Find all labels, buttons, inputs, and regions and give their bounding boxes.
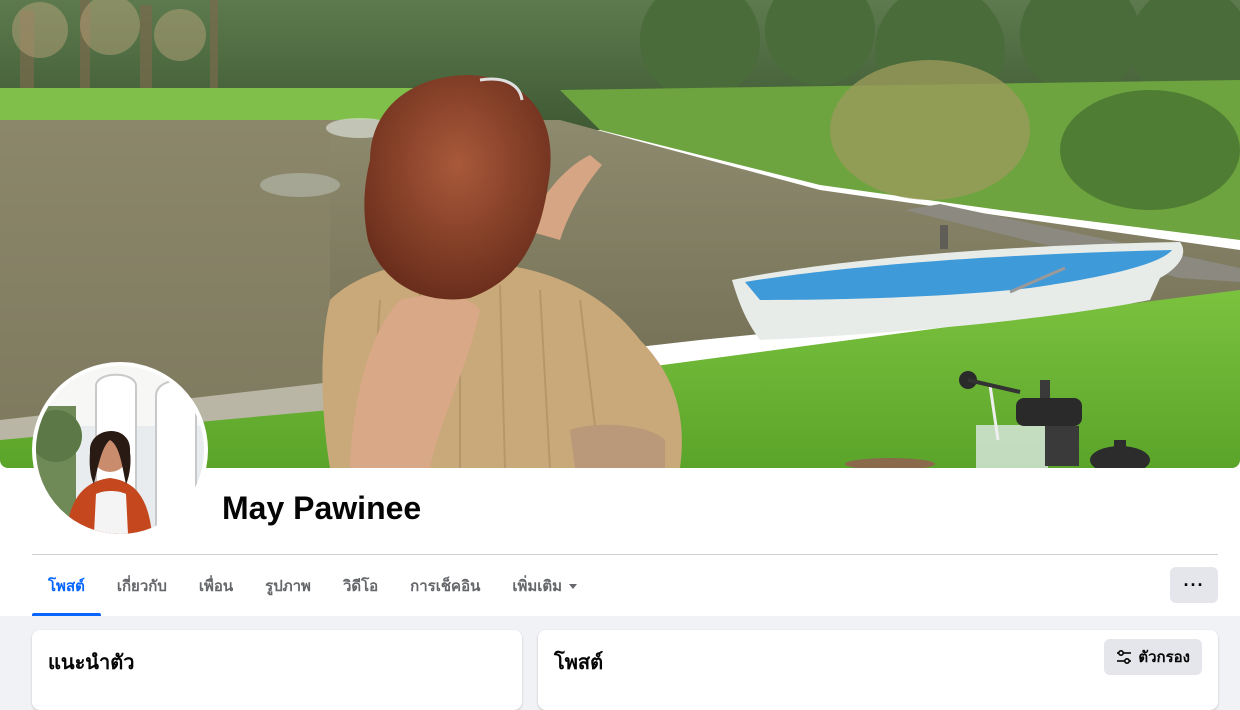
tab-videos[interactable]: วิดีโอ <box>327 556 394 616</box>
profile-name: May Pawinee <box>222 490 422 526</box>
posts-title: โพสต์ <box>554 652 604 674</box>
tab-label: เพิ่มเติม <box>512 578 563 595</box>
intro-title: แนะนำตัว <box>48 652 135 674</box>
tab-about[interactable]: เกี่ยวกับ <box>101 556 183 616</box>
tab-check-ins[interactable]: การเช็คอิน <box>394 556 496 616</box>
tab-posts[interactable]: โพสต์ <box>32 556 101 616</box>
divider <box>32 554 1218 555</box>
tab-label: รูปภาพ <box>265 578 311 595</box>
avatar-image <box>36 366 204 534</box>
tab-more[interactable]: เพิ่มเติม <box>496 556 593 616</box>
tab-label: โพสต์ <box>48 578 85 595</box>
profile-tabs: โพสต์ เกี่ยวกับ เพื่อน รูปภาพ วิดีโอ การ… <box>32 556 593 616</box>
tab-friends[interactable]: เพื่อน <box>183 556 249 616</box>
tab-label: การเช็คอิน <box>410 578 481 595</box>
filter-button[interactable]: ตัวกรอง <box>1104 639 1202 675</box>
tab-photos[interactable]: รูปภาพ <box>249 556 327 616</box>
caret-down-icon <box>569 583 578 589</box>
filter-icon <box>1116 649 1132 665</box>
avatar <box>36 366 204 534</box>
posts-card: โพสต์ ตัวกรอง <box>538 630 1218 710</box>
profile-header: May Pawinee โพสต์ เกี่ยวกับ เพื่อน รูปภา… <box>0 0 1240 616</box>
tab-label: เกี่ยวกับ <box>116 578 167 595</box>
tab-label: เพื่อน <box>198 578 234 595</box>
filter-label: ตัวกรอง <box>1138 649 1190 666</box>
ellipsis-icon: ··· <box>1183 574 1205 595</box>
more-options-button[interactable]: ··· <box>1170 567 1218 603</box>
tab-label: วิดีโอ <box>342 578 379 595</box>
profile-picture[interactable] <box>32 362 208 538</box>
intro-card: แนะนำตัว <box>32 630 522 710</box>
